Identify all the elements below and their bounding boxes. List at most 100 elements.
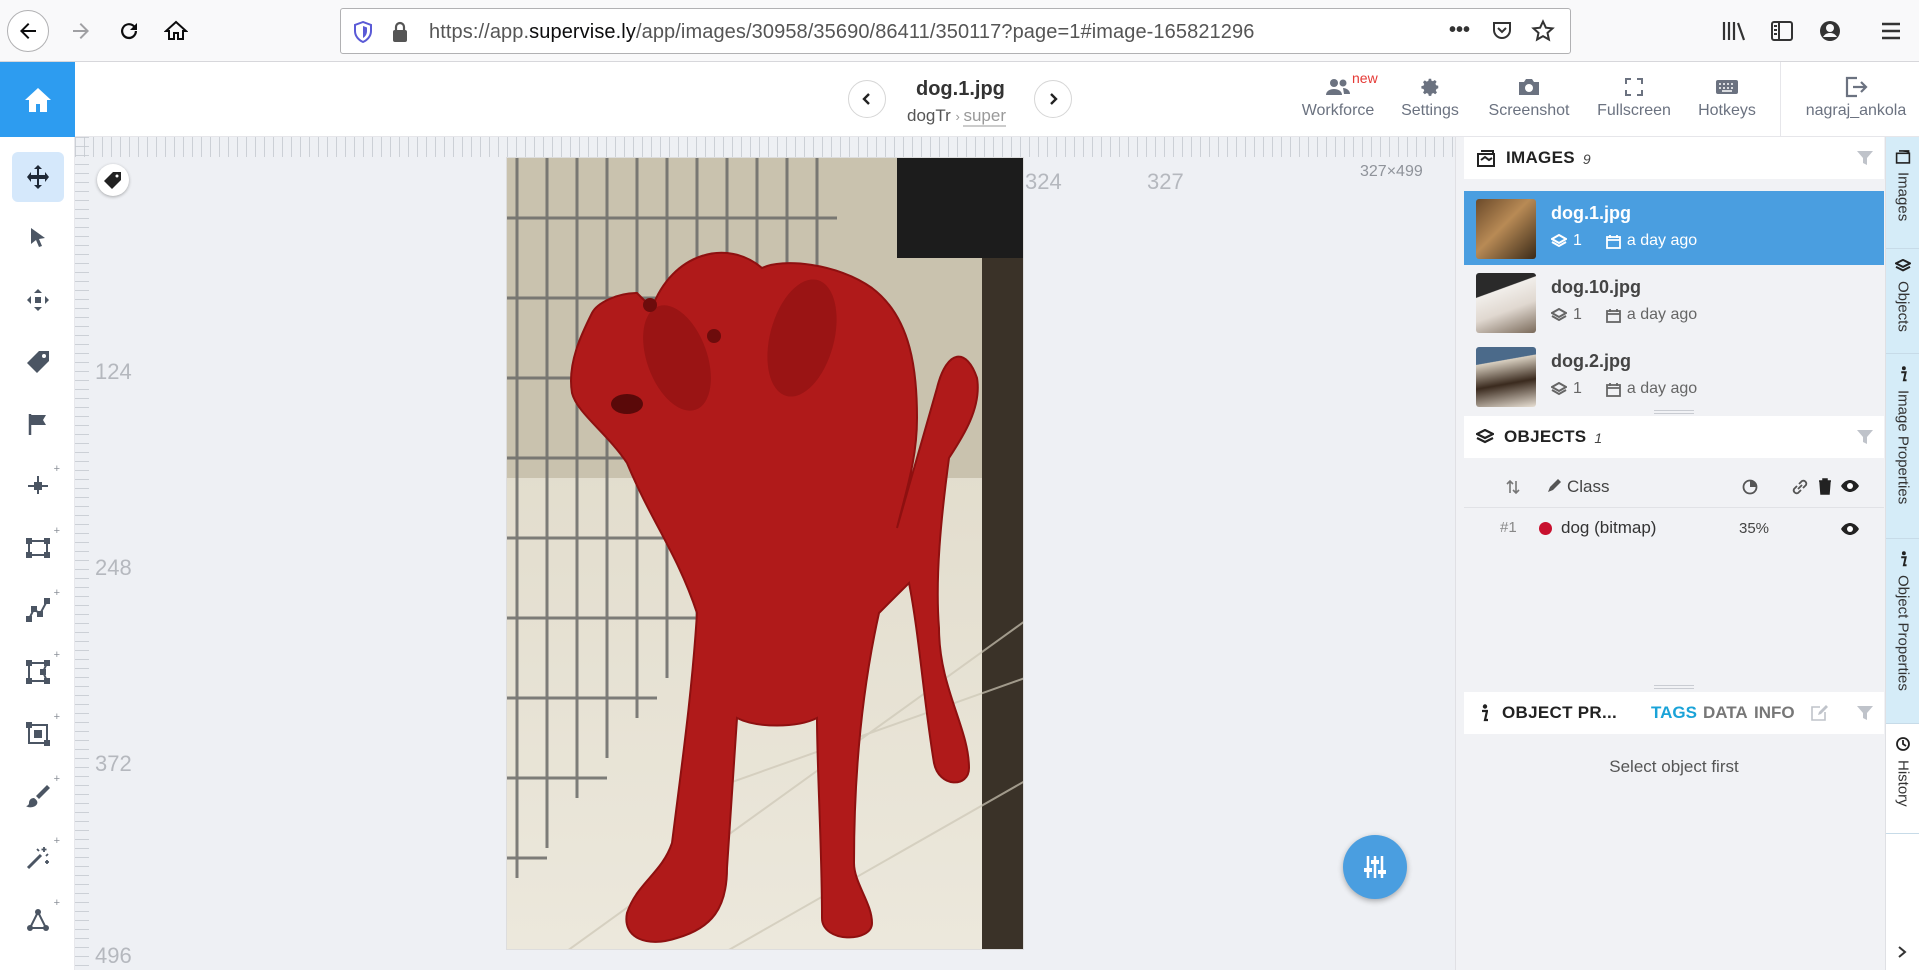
object-index: #1 bbox=[1500, 519, 1517, 536]
adjust-image-button[interactable] bbox=[1343, 835, 1407, 899]
account-icon[interactable] bbox=[1818, 19, 1842, 43]
plus-icon: + bbox=[53, 835, 60, 847]
image-meta: 1 a day ago bbox=[1551, 232, 1697, 250]
class-column-header[interactable]: Class bbox=[1567, 477, 1610, 497]
object-row[interactable]: #1 dog (bitmap) 35% bbox=[1464, 509, 1884, 549]
dog-photo bbox=[507, 158, 1023, 949]
user-logout-button[interactable]: nagraj_ankola bbox=[1800, 72, 1912, 132]
pan-tool-button[interactable] bbox=[12, 152, 64, 202]
images-count: 9 bbox=[1582, 151, 1591, 167]
objects-count: 1 bbox=[1594, 430, 1603, 446]
sort-icon[interactable] bbox=[1506, 479, 1520, 495]
screenshot-button[interactable]: Screenshot bbox=[1484, 72, 1574, 132]
filter-icon[interactable] bbox=[1856, 704, 1874, 722]
object-properties-title: OBJECT PR... bbox=[1502, 703, 1618, 722]
side-tab-object-properties[interactable]: Object Properties bbox=[1886, 539, 1919, 724]
settings-button[interactable]: Settings bbox=[1398, 72, 1462, 132]
breadcrumb-project[interactable]: dogTr bbox=[907, 106, 951, 125]
url-bar[interactable]: https://app.supervise.ly/app/images/3095… bbox=[340, 8, 1571, 54]
sidebar-icon[interactable] bbox=[1770, 20, 1794, 42]
workforce-label: Workforce bbox=[1301, 102, 1375, 119]
move-objects-tool-button[interactable] bbox=[12, 275, 64, 325]
tag-icon bbox=[27, 351, 49, 373]
image-meta: 1 a day ago bbox=[1551, 306, 1697, 324]
fullscreen-button[interactable]: Fullscreen bbox=[1592, 72, 1676, 132]
username-label: nagraj_ankola bbox=[1805, 102, 1907, 119]
tab-tags[interactable]: TAGS bbox=[1651, 703, 1697, 723]
ruler-label: 324 bbox=[1025, 169, 1062, 194]
image-layers-count: 1 bbox=[1573, 380, 1582, 397]
object-area: 35% bbox=[1739, 520, 1770, 537]
tools-sidebar: + + + + + + + + bbox=[0, 137, 75, 970]
image-name: dog.1.jpg bbox=[1551, 203, 1631, 223]
graph-tool-button[interactable]: + bbox=[12, 895, 64, 945]
plus-icon: + bbox=[53, 587, 60, 599]
hotkeys-label: Hotkeys bbox=[1698, 102, 1756, 119]
library-icon[interactable] bbox=[1722, 20, 1748, 42]
image-tags-button[interactable] bbox=[97, 164, 129, 196]
filter-icon[interactable] bbox=[1856, 149, 1874, 167]
tab-info[interactable]: INFO bbox=[1754, 703, 1795, 723]
pie-chart-icon[interactable] bbox=[1742, 479, 1758, 495]
point-icon bbox=[28, 476, 48, 494]
edit-icon[interactable] bbox=[1810, 704, 1828, 722]
info-icon bbox=[1901, 551, 1907, 567]
annotation-canvas[interactable]: 324 327 124 248 372 496 327×499 bbox=[75, 137, 1455, 970]
rectangle-tool-button[interactable]: + bbox=[12, 523, 64, 573]
image-list-item[interactable]: dog.10.jpg 1 a day ago bbox=[1464, 265, 1884, 339]
link-icon[interactable] bbox=[1791, 478, 1809, 496]
trash-icon[interactable] bbox=[1817, 477, 1833, 495]
plus-icon: + bbox=[53, 711, 60, 723]
image-layers-count: 1 bbox=[1573, 232, 1582, 249]
next-image-button[interactable] bbox=[1034, 80, 1072, 118]
info-icon bbox=[1901, 366, 1907, 382]
prev-image-button[interactable] bbox=[848, 80, 886, 118]
page-actions-icon[interactable]: ••• bbox=[1449, 19, 1470, 42]
tag-tool-button[interactable] bbox=[12, 337, 64, 387]
empty-state-text: Select object first bbox=[1609, 757, 1739, 776]
hotkeys-button[interactable]: Hotkeys bbox=[1692, 72, 1762, 132]
tag-icon bbox=[104, 172, 121, 189]
image-list-item[interactable]: dog.1.jpg 1 a day ago bbox=[1464, 191, 1884, 265]
tab-data[interactable]: DATA bbox=[1703, 703, 1748, 723]
image-list-item[interactable]: dog.2.jpg 1 a day ago bbox=[1464, 339, 1884, 413]
star-icon[interactable] bbox=[1531, 19, 1555, 43]
image-date: a day ago bbox=[1626, 380, 1698, 397]
breadcrumb-dataset[interactable]: super bbox=[963, 106, 1006, 127]
layers-icon bbox=[1551, 308, 1567, 322]
forward-button[interactable] bbox=[62, 12, 100, 50]
side-tab-images[interactable]: Images bbox=[1886, 137, 1919, 249]
side-tab-objects[interactable]: Objects bbox=[1886, 249, 1919, 354]
pocket-icon[interactable] bbox=[1491, 20, 1513, 42]
eye-icon[interactable] bbox=[1840, 478, 1860, 494]
home-icon bbox=[164, 20, 188, 40]
side-tab-image-properties[interactable]: Image Properties bbox=[1886, 354, 1919, 539]
select-tool-button[interactable] bbox=[12, 213, 64, 263]
polyline-tool-button[interactable]: + bbox=[12, 585, 64, 635]
filter-icon[interactable] bbox=[1856, 428, 1874, 446]
camera-icon bbox=[1519, 79, 1539, 95]
side-tab-label: History bbox=[1894, 760, 1912, 807]
rectangle-icon bbox=[26, 538, 50, 558]
polygon-tool-button[interactable]: + bbox=[12, 647, 64, 697]
app-home-button[interactable] bbox=[0, 62, 75, 137]
bitmap-tool-button[interactable]: + bbox=[12, 709, 64, 759]
home-browser-button[interactable] bbox=[157, 12, 195, 50]
resize-handle[interactable] bbox=[1654, 410, 1694, 414]
side-tab-history[interactable]: History bbox=[1886, 724, 1919, 834]
images-icon bbox=[1477, 150, 1495, 167]
point-tool-button[interactable]: + bbox=[12, 461, 64, 511]
image-thumbnail bbox=[1476, 199, 1536, 259]
annotated-image[interactable] bbox=[506, 157, 1024, 950]
image-date: a day ago bbox=[1626, 306, 1698, 323]
magic-wand-tool-button[interactable]: + bbox=[12, 833, 64, 883]
resize-handle[interactable] bbox=[1654, 685, 1694, 689]
flag-tool-button[interactable] bbox=[12, 399, 64, 449]
back-button[interactable] bbox=[7, 10, 49, 52]
brush-tool-button[interactable]: + bbox=[12, 771, 64, 821]
side-tabs: Images Objects Image Properties Object P… bbox=[1885, 137, 1919, 970]
menu-icon[interactable] bbox=[1879, 20, 1903, 42]
eye-icon[interactable] bbox=[1840, 521, 1860, 537]
reload-button[interactable] bbox=[110, 12, 148, 50]
chevron-right-icon[interactable] bbox=[1896, 945, 1908, 959]
